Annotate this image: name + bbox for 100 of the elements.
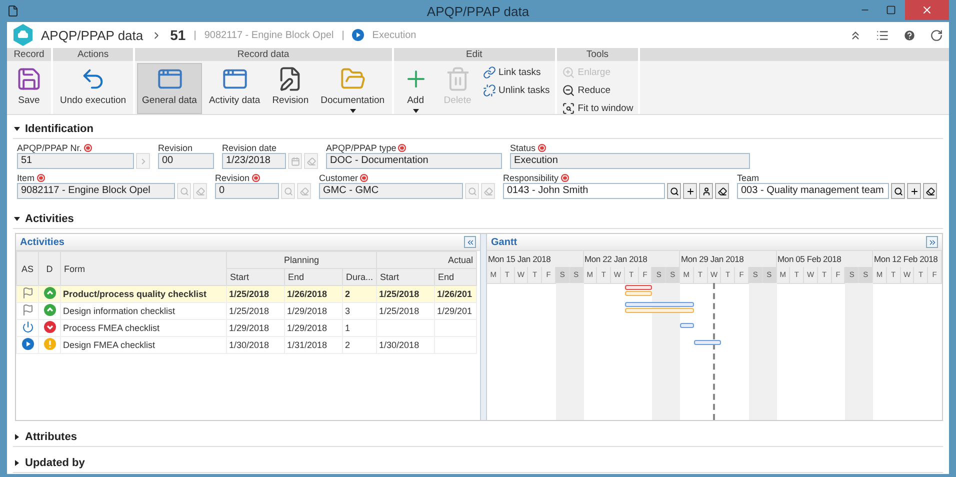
search-icon <box>284 186 292 196</box>
field-label: Team <box>737 172 760 182</box>
caret-icon <box>350 109 356 113</box>
planned-bar[interactable] <box>624 302 694 307</box>
input-field[interactable]: GMC - GMC <box>319 183 463 199</box>
week-label: Mon 05 Feb 2018 <box>776 251 874 268</box>
input-field[interactable]: Execution <box>510 153 750 169</box>
section-title: Attributes <box>25 431 77 443</box>
required-icon <box>398 144 406 152</box>
separator: | <box>194 30 196 40</box>
refresh-icon[interactable] <box>930 28 943 42</box>
separator: | <box>342 30 344 40</box>
week-label: Mon 12 Feb 2018 <box>873 251 942 268</box>
required-icon <box>84 144 92 152</box>
column-header[interactable]: AS <box>16 252 38 286</box>
field-label: APQP/PPAP Nr. <box>17 142 82 152</box>
close-button[interactable] <box>905 0 949 20</box>
input-field[interactable]: 00 <box>158 153 214 169</box>
input-field[interactable]: 51 <box>17 153 134 169</box>
status-text: Execution <box>372 30 416 40</box>
zoom-out-icon <box>562 84 575 97</box>
input-field[interactable]: 1/23/2018 <box>222 153 286 169</box>
clear-button[interactable] <box>715 183 729 199</box>
planned-bar[interactable] <box>694 340 722 345</box>
unlink-icon <box>482 84 496 97</box>
column-group-header: Actual <box>376 252 477 268</box>
ribbon-button[interactable]: Save <box>9 63 49 112</box>
column-header[interactable]: Start <box>226 268 284 286</box>
play-icon <box>352 29 364 41</box>
user-icon <box>702 186 710 196</box>
ribbon-group-label: Actions <box>53 48 134 61</box>
eraser-icon <box>718 186 726 196</box>
week-label: Mon 15 Jan 2018 <box>487 251 584 268</box>
eraser-icon <box>196 186 204 196</box>
required-icon <box>36 174 45 182</box>
field-label: Status <box>510 142 536 152</box>
ribbon-button[interactable]: Documentation <box>316 63 390 114</box>
input-field[interactable]: 0143 - John Smith <box>503 183 665 199</box>
week-label: Mon 29 Jan 2018 <box>680 251 777 268</box>
collapse-left-button[interactable] <box>464 236 476 248</box>
ribbon-button[interactable]: Add <box>396 63 436 114</box>
required-icon <box>560 174 569 182</box>
ribbon-button[interactable]: Unlink tasks <box>480 82 553 99</box>
field-label: Item <box>17 172 35 182</box>
caret-icon[interactable] <box>13 433 21 441</box>
search-icon <box>468 186 476 196</box>
ribbon-button[interactable]: Undo execution <box>55 63 132 112</box>
table-cell: 1/30/2018 <box>226 336 284 354</box>
ribbon-button[interactable]: Fit to window <box>558 100 636 117</box>
ribbon-group-label: Record data <box>135 48 392 61</box>
user-button[interactable] <box>699 183 713 199</box>
double-chevron-right-icon <box>928 238 936 246</box>
input-field[interactable]: 0 <box>215 183 279 199</box>
caret-icon[interactable] <box>13 215 21 223</box>
input-field[interactable]: 9082117 - Engine Block Opel <box>17 183 175 199</box>
column-header[interactable]: End <box>284 268 342 286</box>
eraser-icon <box>926 186 934 196</box>
ribbon-button[interactable]: General data <box>137 63 202 114</box>
ribbon-button[interactable]: Reduce <box>558 82 636 99</box>
double-chevron-left-icon <box>466 238 474 246</box>
column-header[interactable]: Form <box>60 252 226 286</box>
add-button[interactable] <box>907 183 921 199</box>
panel-title: Activities <box>20 236 64 248</box>
column-header[interactable]: Start <box>376 268 435 286</box>
window-title: APQP/PPAP data <box>426 4 530 18</box>
table-cell: 2 <box>342 336 377 354</box>
caret-icon[interactable] <box>13 459 21 467</box>
input-field[interactable]: DOC - Documentation <box>326 153 502 169</box>
field-label: Revision date <box>222 142 277 152</box>
planned-bar[interactable] <box>624 285 652 290</box>
input-field[interactable]: 003 - Quality management team <box>737 183 889 199</box>
expand-right-button[interactable] <box>926 236 938 248</box>
plus-icon <box>686 186 694 196</box>
search-button[interactable] <box>667 183 681 199</box>
planned-bar[interactable] <box>680 323 694 328</box>
ribbon-button[interactable]: Link tasks <box>480 64 553 81</box>
table-cell: 1/30/2018 <box>376 336 435 354</box>
add-button[interactable] <box>683 183 697 199</box>
section-title: Identification <box>25 123 94 135</box>
search-button[interactable] <box>891 183 905 199</box>
ribbon-button[interactable]: Revision <box>267 63 314 114</box>
required-icon <box>252 174 260 182</box>
search-icon <box>670 186 678 196</box>
list-icon[interactable] <box>876 28 889 42</box>
document-icon <box>7 5 19 17</box>
ribbon-button[interactable]: Activity data <box>204 63 266 114</box>
column-header[interactable]: D <box>38 252 60 286</box>
plus-icon <box>910 186 918 196</box>
zoom-in-icon <box>562 66 575 79</box>
column-header[interactable]: End <box>434 268 477 286</box>
clear-button[interactable] <box>923 183 937 199</box>
record-number: 51 <box>170 27 186 43</box>
search-icon <box>180 186 188 196</box>
help-icon[interactable] <box>903 28 916 42</box>
panel-title: Gantt <box>491 236 518 248</box>
field-label: Responsibility <box>503 172 559 182</box>
caret-icon <box>412 109 419 113</box>
caret-icon[interactable] <box>13 125 21 133</box>
column-header[interactable]: Dura... <box>342 268 377 286</box>
field-label: Customer <box>319 172 358 182</box>
